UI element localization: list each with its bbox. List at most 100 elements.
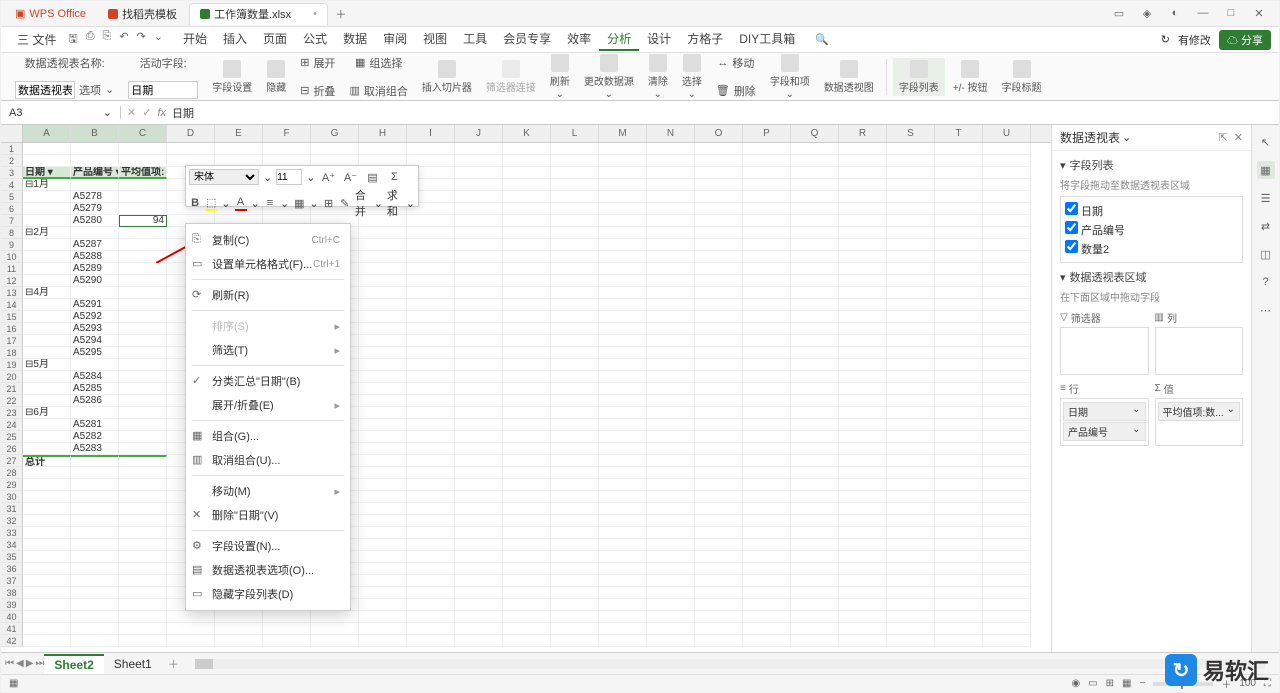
- menu-插入[interactable]: 插入: [215, 28, 255, 51]
- cell[interactable]: [23, 599, 71, 611]
- ctx-item[interactable]: ✓分类汇总"日期"(B): [186, 369, 350, 393]
- cell[interactable]: [503, 479, 551, 491]
- cell[interactable]: [71, 563, 119, 575]
- font-color-icon[interactable]: A: [235, 195, 247, 211]
- cell[interactable]: [71, 491, 119, 503]
- cell[interactable]: [935, 479, 983, 491]
- move-button[interactable]: ↔ 移动: [717, 55, 754, 71]
- cell[interactable]: [695, 167, 743, 179]
- row-header[interactable]: 36: [1, 563, 23, 575]
- col-header[interactable]: I: [407, 125, 455, 142]
- cell[interactable]: [599, 143, 647, 155]
- cell[interactable]: [839, 419, 887, 431]
- cell[interactable]: [23, 503, 71, 515]
- row-header[interactable]: 12: [1, 275, 23, 287]
- zoom-in-icon[interactable]: ＋: [1221, 676, 1231, 691]
- cell[interactable]: [311, 611, 359, 623]
- cell[interactable]: [455, 311, 503, 323]
- doc-tab-template[interactable]: 找稻壳模板: [98, 3, 187, 25]
- cell[interactable]: [455, 455, 503, 467]
- cell[interactable]: [839, 431, 887, 443]
- cell[interactable]: [599, 287, 647, 299]
- delete-button[interactable]: 🗑 删除: [716, 83, 756, 99]
- collapse-button[interactable]: ⊟ 折叠: [300, 83, 335, 99]
- cell[interactable]: [359, 311, 407, 323]
- cell[interactable]: [23, 575, 71, 587]
- col-header[interactable]: R: [839, 125, 887, 142]
- cell[interactable]: [791, 539, 839, 551]
- cell[interactable]: [23, 347, 71, 359]
- cell[interactable]: [503, 575, 551, 587]
- cell[interactable]: [119, 287, 167, 299]
- cell[interactable]: [983, 167, 1031, 179]
- cell[interactable]: [455, 515, 503, 527]
- cell[interactable]: [407, 599, 455, 611]
- cell[interactable]: [791, 599, 839, 611]
- cell[interactable]: [887, 191, 935, 203]
- cell[interactable]: [839, 551, 887, 563]
- cell[interactable]: [23, 275, 71, 287]
- cell[interactable]: [455, 179, 503, 191]
- cell[interactable]: [359, 551, 407, 563]
- col-header[interactable]: M: [599, 125, 647, 142]
- cell[interactable]: [215, 611, 263, 623]
- row-header[interactable]: 5: [1, 191, 23, 203]
- cell[interactable]: [839, 479, 887, 491]
- cell[interactable]: [599, 443, 647, 455]
- cell[interactable]: [503, 359, 551, 371]
- cell[interactable]: [983, 443, 1031, 455]
- cell[interactable]: [359, 515, 407, 527]
- cell[interactable]: [743, 599, 791, 611]
- cell[interactable]: [647, 419, 695, 431]
- cell[interactable]: [743, 191, 791, 203]
- cell[interactable]: [503, 455, 551, 467]
- cell[interactable]: [503, 383, 551, 395]
- cell[interactable]: [503, 599, 551, 611]
- cell[interactable]: [983, 227, 1031, 239]
- cell[interactable]: [935, 419, 983, 431]
- cell[interactable]: [119, 311, 167, 323]
- cell[interactable]: [983, 239, 1031, 251]
- cell[interactable]: [743, 287, 791, 299]
- row-header[interactable]: 3: [1, 167, 23, 179]
- cell[interactable]: [23, 155, 71, 167]
- cell[interactable]: [551, 251, 599, 263]
- col-header[interactable]: K: [503, 125, 551, 142]
- cell[interactable]: [695, 611, 743, 623]
- more-tool-icon[interactable]: ⋯: [1257, 301, 1275, 319]
- cell[interactable]: [455, 287, 503, 299]
- cell[interactable]: [455, 419, 503, 431]
- cell[interactable]: [887, 635, 935, 647]
- cell[interactable]: [695, 431, 743, 443]
- row-header[interactable]: 21: [1, 383, 23, 395]
- align-icon[interactable]: ≡: [264, 195, 276, 211]
- cell[interactable]: [455, 203, 503, 215]
- cell[interactable]: [791, 191, 839, 203]
- cell[interactable]: [791, 203, 839, 215]
- cell[interactable]: [983, 515, 1031, 527]
- cell[interactable]: [839, 599, 887, 611]
- cell[interactable]: [551, 323, 599, 335]
- col-header[interactable]: O: [695, 125, 743, 142]
- decrease-font-icon[interactable]: A⁻: [341, 169, 359, 185]
- cell[interactable]: [359, 407, 407, 419]
- col-header[interactable]: B: [71, 125, 119, 142]
- cell[interactable]: [935, 587, 983, 599]
- pin-icon[interactable]: ⇱: [1219, 131, 1228, 144]
- cell[interactable]: [791, 503, 839, 515]
- cell[interactable]: [935, 395, 983, 407]
- cell[interactable]: [647, 491, 695, 503]
- cell[interactable]: [935, 323, 983, 335]
- cell[interactable]: [23, 371, 71, 383]
- cell[interactable]: [119, 635, 167, 647]
- select-tool-icon[interactable]: ↖: [1257, 133, 1275, 151]
- cell[interactable]: [119, 551, 167, 563]
- cell[interactable]: [839, 383, 887, 395]
- cell[interactable]: [791, 467, 839, 479]
- cell[interactable]: [119, 299, 167, 311]
- cell[interactable]: [983, 275, 1031, 287]
- cell[interactable]: [743, 395, 791, 407]
- cell[interactable]: A5287: [71, 239, 119, 251]
- cell[interactable]: A5286: [71, 395, 119, 407]
- cell[interactable]: [215, 623, 263, 635]
